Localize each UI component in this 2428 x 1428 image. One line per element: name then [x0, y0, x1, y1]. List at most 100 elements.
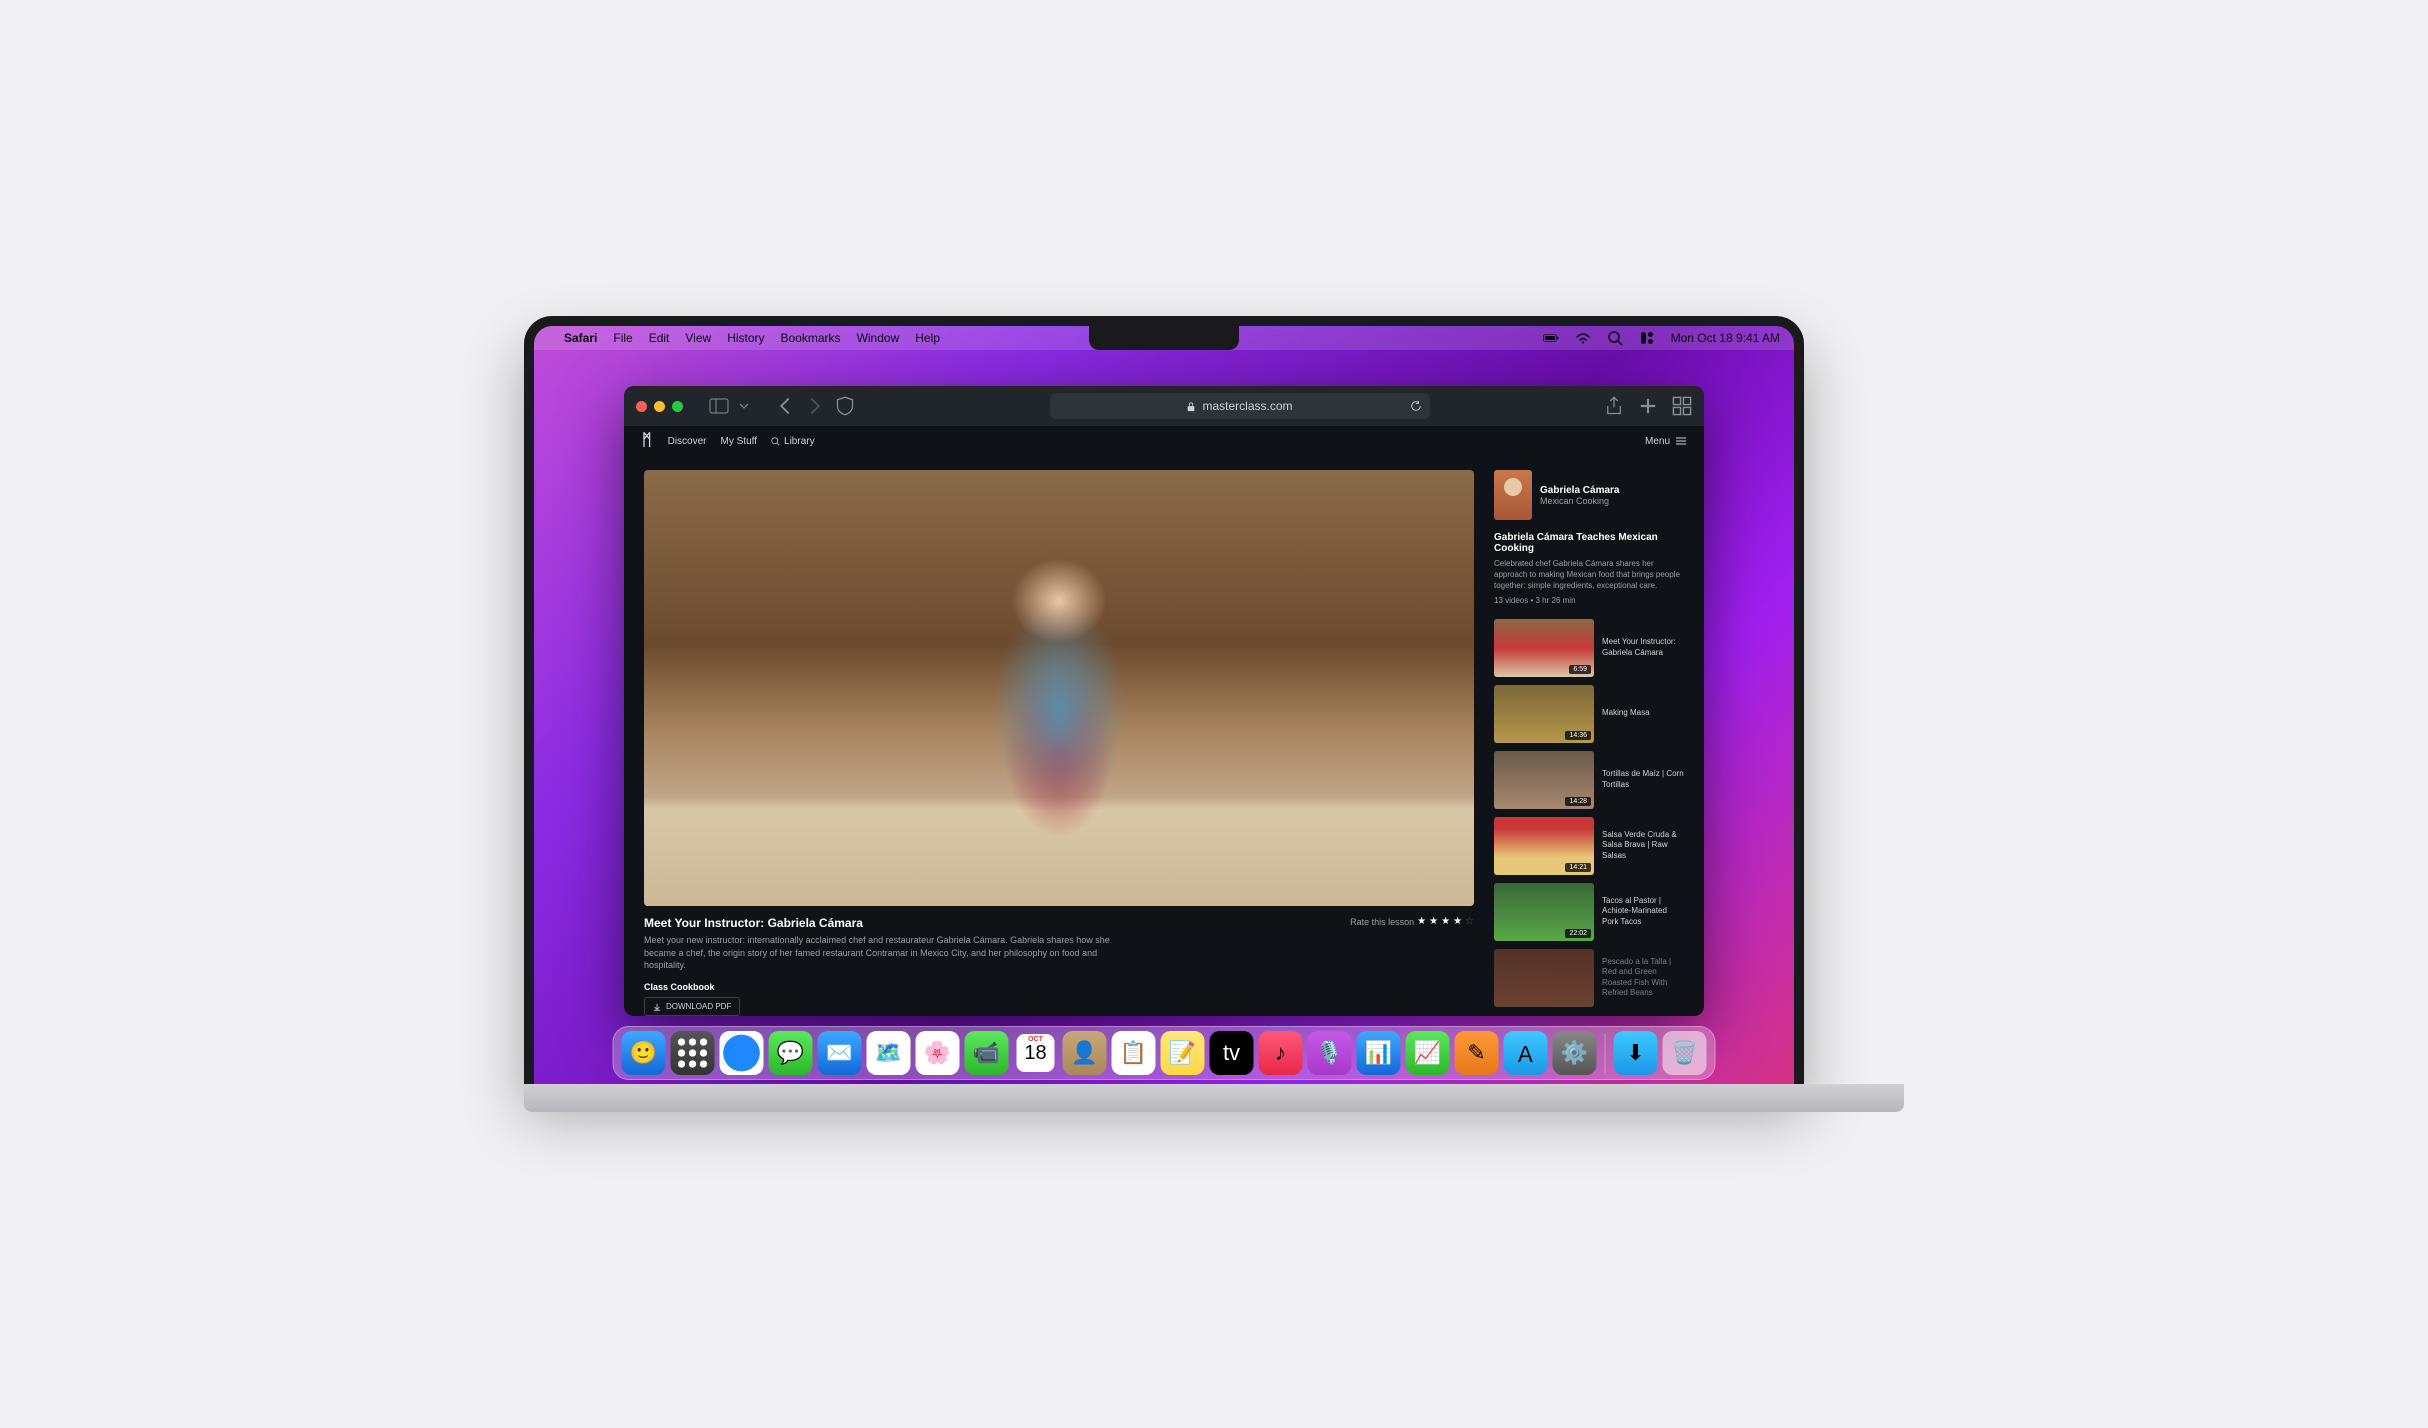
star-icon[interactable]: ★ [1453, 916, 1462, 927]
menubar-datetime[interactable]: Mon Oct 18 9:41 AM [1671, 331, 1780, 345]
lesson-duration: 6:59 [1569, 665, 1591, 674]
playlist-item-title: Tacos al Pastor | Achiote-Marinated Pork… [1602, 896, 1684, 927]
dock-mail-icon[interactable]: ✉️ [818, 1031, 862, 1075]
dock-launchpad-icon[interactable] [671, 1031, 715, 1075]
dock-settings-icon[interactable]: ⚙️ [1553, 1031, 1597, 1075]
share-button[interactable] [1604, 396, 1624, 416]
dock-separator [1605, 1033, 1606, 1073]
dock-messages-icon[interactable]: 💬 [769, 1031, 813, 1075]
dock-notes-icon[interactable]: 📝 [1161, 1031, 1205, 1075]
notch [1089, 326, 1239, 350]
spotlight-icon[interactable] [1607, 330, 1623, 346]
dock-contacts-icon[interactable]: 👤 [1063, 1031, 1107, 1075]
playlist-item-title: Salsa Verde Cruda & Salsa Brava | Raw Sa… [1602, 830, 1684, 861]
address-bar-host: masterclass.com [1202, 399, 1292, 413]
star-icon[interactable]: ★ [1429, 916, 1438, 927]
playlist-item[interactable]: 6:59 Meet Your Instructor: Gabriela Cáma… [1494, 619, 1684, 677]
nav-library[interactable]: Library [771, 436, 815, 447]
dock-finder-icon[interactable]: 🙂 [622, 1031, 666, 1075]
dock: 🙂 💬 ✉️ 🗺️ 🌸 📹 OCT18 👤 📋 📝 tv ♪ 🎙️ 📊 📈 ✎ … [613, 1026, 1716, 1080]
playlist-item[interactable]: 14:36 Making Masa [1494, 685, 1684, 743]
nav-menu[interactable]: Menu [1645, 436, 1686, 447]
control-center-icon[interactable] [1639, 330, 1655, 346]
dock-downloads-icon[interactable]: ⬇ [1614, 1031, 1658, 1075]
download-icon [653, 1003, 661, 1011]
dock-trash-icon[interactable]: 🗑️ [1663, 1031, 1707, 1075]
dock-reminders-icon[interactable]: 📋 [1112, 1031, 1156, 1075]
dock-appstore-icon[interactable]: Ａ [1504, 1031, 1548, 1075]
dock-keynote-icon[interactable]: 📊 [1357, 1031, 1401, 1075]
menubar-item-history[interactable]: History [727, 331, 764, 345]
menubar-item-help[interactable]: Help [915, 331, 940, 345]
nav-mystuff[interactable]: My Stuff [721, 436, 758, 447]
course-description: Celebrated chef Gabriela Cámara shares h… [1494, 558, 1684, 592]
forward-button[interactable] [805, 396, 825, 416]
star-icon[interactable]: ☆ [1465, 916, 1474, 927]
star-icon[interactable]: ★ [1417, 916, 1426, 927]
wifi-icon[interactable] [1575, 330, 1591, 346]
window-controls [636, 401, 683, 412]
dock-calendar-icon[interactable]: OCT18 [1014, 1031, 1058, 1075]
menubar-app-name[interactable]: Safari [564, 331, 597, 345]
lesson-duration: 14:21 [1565, 863, 1591, 872]
course-stats: 13 videos • 3 hr 26 min [1494, 596, 1684, 605]
star-icon[interactable]: ★ [1441, 916, 1450, 927]
dock-maps-icon[interactable]: 🗺️ [867, 1031, 911, 1075]
tab-overview-button[interactable] [1672, 396, 1692, 416]
safari-window: masterclass.com ᛗ Discover My Stuff [624, 386, 1704, 1016]
dock-podcasts-icon[interactable]: 🎙️ [1308, 1031, 1352, 1075]
webpage-content: ᛗ Discover My Stuff Library Menu [624, 426, 1704, 1016]
privacy-shield-icon[interactable] [835, 396, 855, 416]
dock-numbers-icon[interactable]: 📈 [1406, 1031, 1450, 1075]
dock-photos-icon[interactable]: 🌸 [916, 1031, 960, 1075]
playlist-item-title: Making Masa [1602, 708, 1650, 718]
playlist-item[interactable]: 14:28 Tortillas de Maíz | Corn Tortillas [1494, 751, 1684, 809]
lesson-description: Meet your new instructor: internationall… [644, 934, 1124, 972]
lesson-thumbnail: 14:36 [1494, 685, 1594, 743]
video-player[interactable] [644, 470, 1474, 906]
dock-pages-icon[interactable]: ✎ [1455, 1031, 1499, 1075]
menubar-item-window[interactable]: Window [857, 331, 900, 345]
instructor-subtitle: Mexican Cooking [1540, 496, 1620, 506]
laptop-base [524, 1084, 1904, 1112]
hamburger-icon [1676, 437, 1686, 445]
dock-music-icon[interactable]: ♪ [1259, 1031, 1303, 1075]
course-sidebar: Gabriela Cámara Mexican Cooking Gabriela… [1494, 470, 1684, 1016]
lesson-duration: 14:28 [1565, 797, 1591, 806]
address-bar[interactable]: masterclass.com [1050, 393, 1430, 419]
back-button[interactable] [775, 396, 795, 416]
sidebar-toggle-button[interactable] [709, 396, 729, 416]
playlist-item[interactable]: 14:21 Salsa Verde Cruda & Salsa Brava | … [1494, 817, 1684, 875]
fullscreen-window-button[interactable] [672, 401, 683, 412]
masterclass-logo[interactable]: ᛗ [642, 432, 652, 450]
instructor-card[interactable]: Gabriela Cámara Mexican Cooking [1494, 470, 1684, 520]
playlist-item-title: Meet Your Instructor: Gabriela Cámara [1602, 637, 1684, 658]
site-header: ᛗ Discover My Stuff Library Menu [624, 426, 1704, 456]
playlist-item[interactable]: Pescado a la Talla | Red and Green Roast… [1494, 949, 1684, 1007]
playlist-item-title: Pescado a la Talla | Red and Green Roast… [1602, 957, 1684, 999]
menubar-item-edit[interactable]: Edit [649, 331, 670, 345]
download-pdf-button[interactable]: DOWNLOAD PDF [644, 997, 740, 1016]
close-window-button[interactable] [636, 401, 647, 412]
lesson-duration: 22:02 [1565, 929, 1591, 938]
rate-lesson[interactable]: Rate this lesson ★ ★ ★ ★ ☆ [1350, 916, 1474, 927]
minimize-window-button[interactable] [654, 401, 665, 412]
battery-icon[interactable] [1543, 330, 1559, 346]
refresh-icon[interactable] [1410, 400, 1422, 412]
instructor-name: Gabriela Cámara [1540, 485, 1620, 496]
chevron-down-icon[interactable] [739, 396, 749, 416]
menubar-item-view[interactable]: View [685, 331, 711, 345]
new-tab-button[interactable] [1638, 396, 1658, 416]
dock-safari-icon[interactable] [720, 1031, 764, 1075]
dock-tv-icon[interactable]: tv [1210, 1031, 1254, 1075]
lesson-main: Meet Your Instructor: Gabriela Cámara Me… [644, 470, 1474, 1016]
cookbook-heading: Class Cookbook [644, 982, 1124, 992]
playlist-item[interactable]: 22:02 Tacos al Pastor | Achiote-Marinate… [1494, 883, 1684, 941]
nav-discover[interactable]: Discover [668, 436, 707, 447]
lesson-duration: 14:36 [1565, 731, 1591, 740]
menubar-item-bookmarks[interactable]: Bookmarks [781, 331, 841, 345]
lesson-thumbnail: 6:59 [1494, 619, 1594, 677]
dock-facetime-icon[interactable]: 📹 [965, 1031, 1009, 1075]
menubar-item-file[interactable]: File [613, 331, 632, 345]
lesson-title: Meet Your Instructor: Gabriela Cámara [644, 916, 1124, 930]
